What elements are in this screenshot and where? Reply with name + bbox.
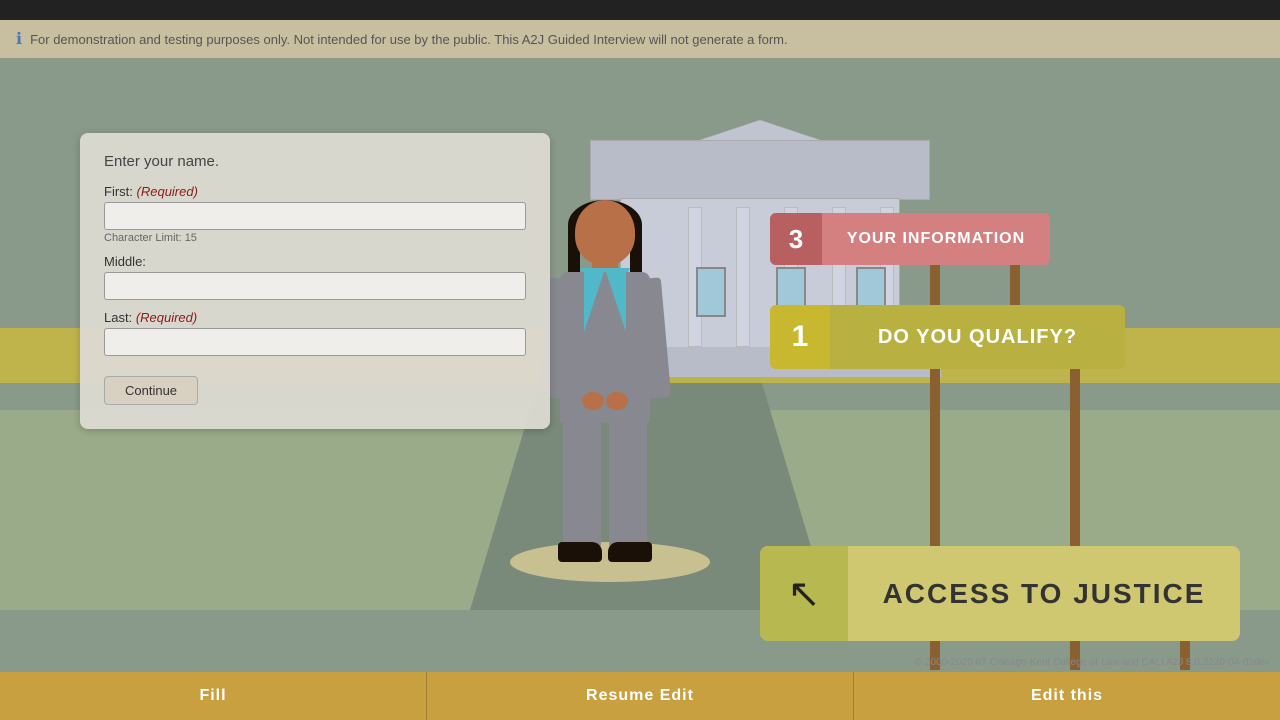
bottom-toolbar: Fill Resume Edit Edit this [0,672,1280,720]
middle-name-input[interactable] [104,272,526,300]
resume-edit-button[interactable]: Resume Edit [427,672,854,720]
continue-button[interactable]: Continue [104,376,198,405]
info-icon: ℹ [16,29,22,49]
sign-your-information: 3 YOUR INFORMATION [770,213,1050,265]
person-pants-left [563,418,601,548]
copyright: © 2000-2020 IIT Chicago-Kent College of … [915,657,1270,668]
sign-access-text: ACCESS TO JUSTICE [848,578,1240,610]
first-name-input[interactable] [104,202,526,230]
cursor-icon: ↖ [787,571,821,617]
person-head [575,200,635,265]
top-bar [0,0,1280,20]
sign-qualify: 1 DO YOU QUALIFY? [770,305,1125,369]
person-shoe-left [558,542,602,562]
person-shoe-right [608,542,652,562]
edit-button[interactable]: Edit this [854,672,1280,720]
person-pants-right [609,418,647,548]
building-roof [590,140,930,200]
last-name-input[interactable] [104,328,526,356]
person-hand-left [582,392,604,410]
scene: 3 YOUR INFORMATION 1 DO YOU QUALIFY? ↖ A… [0,58,1280,670]
person-jacket [560,272,650,422]
first-required: (Required) [137,184,198,199]
sign-access-to-justice: ↖ ACCESS TO JUSTICE [760,546,1240,641]
sign-access-icon-box: ↖ [760,546,848,641]
last-name-label: Last: (Required) [104,310,526,325]
info-bar: ℹ For demonstration and testing purposes… [0,20,1280,58]
info-text: For demonstration and testing purposes o… [30,32,788,47]
sign-your-info-number: 3 [770,213,822,265]
form-prompt: Enter your name. [104,153,526,170]
sign-qualify-text: DO YOU QUALIFY? [830,326,1125,349]
form-panel: Enter your name. First: (Required) Chara… [80,133,550,429]
last-required: (Required) [136,310,197,325]
person-avatar [540,200,670,580]
first-name-group: First: (Required) Character Limit: 15 [104,184,526,244]
sign-your-info-text: YOUR INFORMATION [822,230,1050,248]
window [696,267,726,317]
last-name-group: Last: (Required) [104,310,526,356]
middle-name-group: Middle: [104,254,526,300]
char-limit: Character Limit: 15 [104,232,526,244]
person-hand-right [606,392,628,410]
fill-button[interactable]: Fill [0,672,427,720]
sign-qualify-number: 1 [770,305,830,369]
middle-name-label: Middle: [104,254,526,269]
first-name-label: First: (Required) [104,184,526,199]
